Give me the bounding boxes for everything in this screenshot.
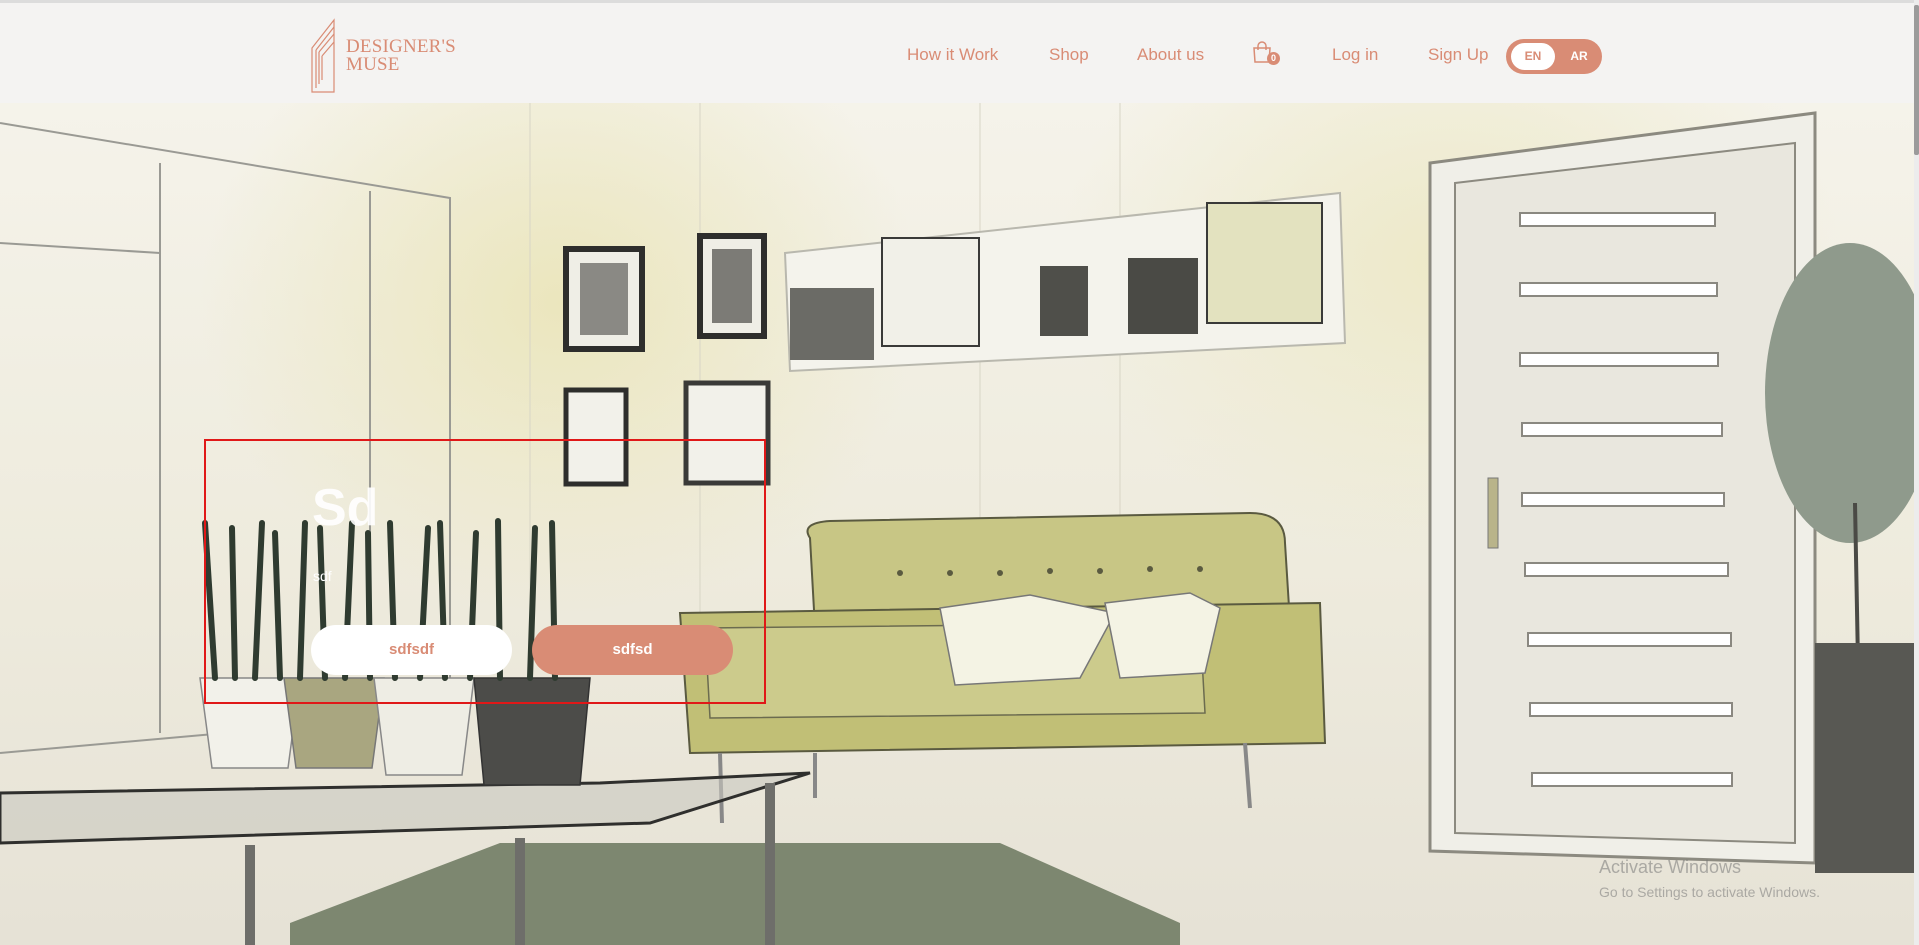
nav-sign-up[interactable]: Sign Up [1428,45,1488,65]
navbar: DESIGNER'S MUSE How it Work Shop About u… [0,3,1919,103]
lang-en-option[interactable]: EN [1511,43,1555,70]
nav-about-us[interactable]: About us [1137,45,1204,65]
selection-highlight-box [204,439,766,704]
brand-name: DESIGNER'S MUSE [346,37,456,75]
page: DESIGNER'S MUSE How it Work Shop About u… [0,0,1919,945]
watermark-subtitle: Go to Settings to activate Windows. [1599,884,1820,900]
activation-watermark: Activate Windows Go to Settings to activ… [1599,857,1820,900]
cart-count-badge: 0 [1267,52,1280,65]
logo-mark-icon [311,18,335,93]
wall-shelf [783,191,1347,373]
page-scrollbar-thumb[interactable] [1914,5,1919,155]
nav-shop[interactable]: Shop [1049,45,1089,65]
nav-log-in[interactable]: Log in [1332,45,1378,65]
nav-how-it-work[interactable]: How it Work [907,45,998,65]
rug-illustration [290,843,1180,945]
brand-logo[interactable]: DESIGNER'S MUSE [310,18,460,93]
brand-name-line2: MUSE [346,54,400,75]
cart-button[interactable]: 0 [1252,41,1282,71]
watermark-title: Activate Windows [1599,857,1742,877]
door-illustration [1428,111,1817,865]
language-toggle[interactable]: EN AR [1506,39,1602,74]
lang-ar-option[interactable]: AR [1560,43,1598,70]
